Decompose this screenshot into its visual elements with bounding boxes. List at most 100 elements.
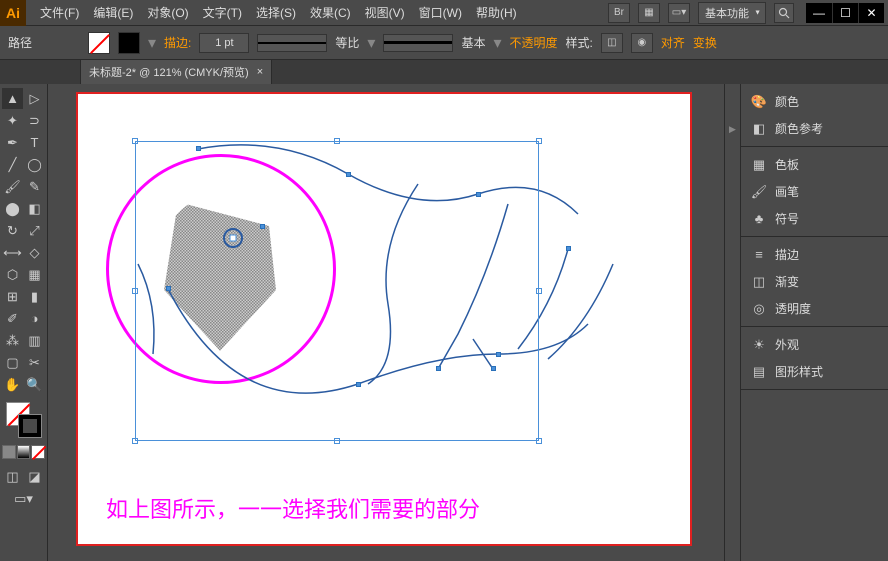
style-swatch[interactable]: ◫	[601, 33, 623, 53]
anchor-point[interactable]	[491, 366, 496, 371]
column-graph-tool[interactable]: ▥	[24, 330, 45, 351]
magic-wand-tool[interactable]: ✦	[2, 110, 23, 131]
anchor-point[interactable]	[436, 366, 441, 371]
handle-s[interactable]	[334, 438, 340, 444]
stroke-color[interactable]	[18, 414, 42, 438]
arrange-button[interactable]: ▦	[638, 3, 660, 23]
stroke-label[interactable]: 描边:	[164, 34, 191, 51]
anchor-point[interactable]	[476, 192, 481, 197]
anchor-point[interactable]	[496, 352, 501, 357]
selection-tool[interactable]: ▲	[2, 88, 23, 109]
scale-tool[interactable]: ⤢	[24, 220, 45, 241]
collapse-arrow-icon[interactable]: ▶	[729, 124, 736, 135]
recolor-button[interactable]: ◉	[631, 33, 653, 53]
panel-symbols[interactable]: ♣符号	[741, 205, 888, 232]
rotate-tool[interactable]: ↻	[2, 220, 23, 241]
paintbrush-tool[interactable]: 🖌	[2, 176, 23, 197]
draw-behind[interactable]: ◪	[24, 466, 45, 487]
menu-window[interactable]: 窗口(W)	[413, 0, 468, 25]
draw-normal[interactable]: ◫	[2, 466, 23, 487]
document-tab[interactable]: 未标题-2* @ 121% (CMYK/预览) ×	[80, 59, 272, 84]
color-mode-none[interactable]	[31, 445, 45, 459]
panel-brushes[interactable]: 🖌画笔	[741, 178, 888, 205]
fill-swatch[interactable]	[88, 32, 110, 54]
panel-swatches[interactable]: ▦色板	[741, 151, 888, 178]
menu-type[interactable]: 文字(T)	[197, 0, 248, 25]
ellipse-tool[interactable]: ◯	[24, 154, 45, 175]
color-mode-solid[interactable]	[2, 445, 16, 459]
layout-button[interactable]: ▭▾	[668, 3, 690, 23]
handle-nw[interactable]	[132, 138, 138, 144]
symbol-sprayer-tool[interactable]: ⁂	[2, 330, 23, 351]
menu-view[interactable]: 视图(V)	[359, 0, 411, 25]
mesh-tool[interactable]: ⊞	[2, 286, 23, 307]
opacity-label[interactable]: 不透明度	[509, 34, 557, 51]
eraser-tool[interactable]: ◧	[24, 198, 45, 219]
panel-color-guide[interactable]: ◧颜色参考	[741, 115, 888, 142]
color-picker[interactable]	[2, 400, 45, 440]
gradient-tool[interactable]: ▮	[24, 286, 45, 307]
transform-label[interactable]: 变换	[693, 34, 717, 51]
line-tool[interactable]: ╱	[2, 154, 23, 175]
handle-w[interactable]	[132, 288, 138, 294]
width-tool[interactable]: ⟷	[2, 242, 23, 263]
menu-file[interactable]: 文件(F)	[34, 0, 85, 25]
anchor-point[interactable]	[566, 246, 571, 251]
align-label[interactable]: 对齐	[661, 34, 685, 51]
artboard-tool[interactable]: ▢	[2, 352, 23, 373]
color-mode-gradient[interactable]	[17, 445, 31, 459]
screen-mode[interactable]: ▭▾	[2, 488, 45, 509]
type-tool[interactable]: T	[24, 132, 45, 153]
lasso-tool[interactable]: ⊃	[24, 110, 45, 131]
handle-se[interactable]	[536, 438, 542, 444]
blob-brush-tool[interactable]: ⬤	[2, 198, 23, 219]
maximize-button[interactable]: ☐	[832, 3, 858, 23]
path-artwork[interactable]	[78, 94, 694, 548]
slice-tool[interactable]: ✂	[24, 352, 45, 373]
hand-tool[interactable]: ✋	[2, 374, 23, 395]
menu-object[interactable]: 对象(O)	[141, 0, 194, 25]
brush-icon: 🖌	[751, 184, 767, 200]
anchor-point[interactable]	[356, 382, 361, 387]
blend-tool[interactable]: ◑	[24, 308, 45, 329]
width-profile[interactable]	[257, 34, 327, 52]
stroke-weight-input[interactable]	[199, 33, 249, 53]
workspace-switcher[interactable]: 基本功能	[698, 2, 766, 24]
pen-tool[interactable]: ✒	[2, 132, 23, 153]
pencil-tool[interactable]: ✎	[24, 176, 45, 197]
bridge-button[interactable]: Br	[608, 3, 630, 23]
menu-select[interactable]: 选择(S)	[250, 0, 302, 25]
direct-selection-tool[interactable]: ▷	[24, 88, 45, 109]
handle-n[interactable]	[334, 138, 340, 144]
anchor-point[interactable]	[346, 172, 351, 177]
handle-ne[interactable]	[536, 138, 542, 144]
panel-transparency[interactable]: ◎透明度	[741, 295, 888, 322]
panel-stroke[interactable]: ≡描边	[741, 241, 888, 268]
panel-appearance[interactable]: ☀外观	[741, 331, 888, 358]
eyedropper-tool[interactable]: ✐	[2, 308, 23, 329]
panel-gradient[interactable]: ◫渐变	[741, 268, 888, 295]
anchor-point[interactable]	[260, 224, 265, 229]
handle-sw[interactable]	[132, 438, 138, 444]
artboard[interactable]: 如上图所示，一一选择我们需要的部分	[76, 92, 692, 546]
stroke-swatch[interactable]	[118, 32, 140, 54]
menu-edit[interactable]: 编辑(E)	[87, 0, 139, 25]
panel-color[interactable]: 🎨颜色	[741, 88, 888, 115]
tab-close-button[interactable]: ×	[257, 66, 263, 78]
anchor-point[interactable]	[166, 286, 171, 291]
shape-builder-tool[interactable]: ⬡	[2, 264, 23, 285]
menu-effect[interactable]: 效果(C)	[304, 0, 357, 25]
canvas-area[interactable]: 如上图所示，一一选择我们需要的部分	[48, 84, 724, 561]
panel-graphic-styles[interactable]: ▤图形样式	[741, 358, 888, 385]
brush-profile[interactable]	[383, 34, 453, 52]
perspective-grid-tool[interactable]: ▦	[24, 264, 45, 285]
free-transform-tool[interactable]: ◇	[24, 242, 45, 263]
close-button[interactable]: ✕	[858, 3, 884, 23]
menu-help[interactable]: 帮助(H)	[470, 0, 523, 25]
anchor-point[interactable]	[196, 146, 201, 151]
panel-label: 渐变	[775, 273, 799, 290]
handle-e[interactable]	[536, 288, 542, 294]
zoom-tool[interactable]: 🔍	[24, 374, 45, 395]
search-button[interactable]	[774, 3, 794, 23]
minimize-button[interactable]: —	[806, 3, 832, 23]
